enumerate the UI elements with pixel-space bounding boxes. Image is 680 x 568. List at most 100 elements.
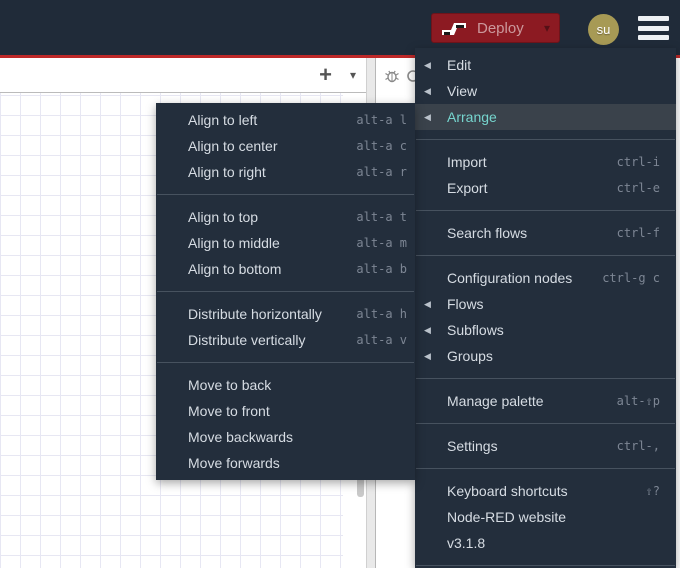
menu-separator bbox=[416, 210, 675, 211]
menu-item-arrange[interactable]: ◀ Arrange bbox=[415, 104, 676, 130]
menu-item-shortcut: alt-a c bbox=[356, 139, 407, 153]
menu-item-distribute-vertically[interactable]: Distribute vertically alt-a v bbox=[156, 327, 415, 353]
menu-item-flows[interactable]: ◀ Flows bbox=[415, 291, 676, 317]
menu-item-shortcut: alt-⇧p bbox=[616, 394, 660, 408]
menu-item-label: Arrange bbox=[447, 109, 497, 125]
menu-separator bbox=[416, 378, 675, 379]
menu-item-shortcut: ctrl-i bbox=[616, 155, 660, 169]
menu-item-label: Import bbox=[447, 154, 487, 170]
arrange-submenu: Align to left alt-a l Align to center alt-a… bbox=[156, 103, 415, 480]
menu-item-label: Distribute horizontally bbox=[188, 306, 322, 322]
debug-bug-icon[interactable] bbox=[384, 68, 400, 84]
menu-item-label: Move to front bbox=[188, 403, 270, 419]
menu-item-node-red-website[interactable]: Node-RED website bbox=[415, 504, 676, 530]
menu-item-import[interactable]: Import ctrl-i bbox=[415, 149, 676, 175]
menu-item-label: Manage palette bbox=[447, 393, 544, 409]
node-red-editor: Deploy ▾ su + ▾ ◀ Edit ◀ View ◀ Arrange … bbox=[0, 0, 680, 568]
submenu-arrow-icon: ◀ bbox=[424, 60, 431, 70]
menu-item-label: Move backwards bbox=[188, 429, 294, 445]
main-menu: ◀ Edit ◀ View ◀ Arrange Import ctrl-i Export ctrl… bbox=[415, 48, 676, 568]
menu-item-label: Settings bbox=[447, 438, 498, 454]
menu-item-configuration-nodes[interactable]: Configuration nodes ctrl-g c bbox=[415, 265, 676, 291]
menu-item-shortcut: ctrl-f bbox=[616, 226, 660, 240]
menu-item-label: v3.1.8 bbox=[447, 535, 486, 551]
menu-item-label: Edit bbox=[447, 57, 472, 73]
menu-item-edit[interactable]: ◀ Edit bbox=[415, 52, 676, 78]
submenu-arrow-icon: ◀ bbox=[424, 325, 431, 335]
menu-item-label: Node-RED website bbox=[447, 509, 567, 525]
menu-item-shortcut: ctrl-g c bbox=[602, 271, 660, 285]
menu-item-v3.1.8[interactable]: v3.1.8 bbox=[415, 530, 676, 556]
menu-item-align-to-right[interactable]: Align to right alt-a r bbox=[156, 159, 415, 185]
menu-item-label: Export bbox=[447, 180, 488, 196]
menu-item-label: Distribute vertically bbox=[188, 332, 306, 348]
menu-item-shortcut: ⇧? bbox=[645, 484, 660, 498]
workspace-tab-bar: + ▾ bbox=[0, 58, 366, 93]
header-bar: Deploy ▾ su bbox=[0, 0, 680, 55]
menu-item-shortcut: ctrl-e bbox=[616, 181, 660, 195]
submenu-arrow-icon: ◀ bbox=[424, 112, 431, 122]
menu-separator bbox=[416, 255, 675, 256]
menu-item-move-forwards[interactable]: Move forwards bbox=[156, 450, 415, 476]
menu-item-settings[interactable]: Settings ctrl-, bbox=[415, 433, 676, 459]
menu-item-shortcut: alt-a h bbox=[356, 307, 407, 321]
deploy-button[interactable]: Deploy ▾ bbox=[431, 13, 560, 43]
submenu-arrow-icon: ◀ bbox=[424, 299, 431, 309]
menu-item-label: Search flows bbox=[447, 225, 528, 241]
menu-item-move-backwards[interactable]: Move backwards bbox=[156, 424, 415, 450]
menu-separator bbox=[157, 362, 414, 363]
menu-item-export[interactable]: Export ctrl-e bbox=[415, 175, 676, 201]
menu-separator bbox=[416, 468, 675, 469]
menu-item-groups[interactable]: ◀ Groups bbox=[415, 343, 676, 369]
menu-item-align-to-middle[interactable]: Align to middle alt-a m bbox=[156, 230, 415, 256]
menu-item-move-to-front[interactable]: Move to front bbox=[156, 398, 415, 424]
menu-item-label: Move forwards bbox=[188, 455, 280, 471]
menu-separator bbox=[157, 291, 414, 292]
menu-item-label: Subflows bbox=[447, 322, 504, 338]
avatar-initials: su bbox=[596, 22, 611, 37]
user-avatar[interactable]: su bbox=[588, 14, 619, 45]
menu-item-view[interactable]: ◀ View bbox=[415, 78, 676, 104]
deploy-icon bbox=[441, 20, 467, 36]
submenu-arrow-icon: ◀ bbox=[424, 351, 431, 361]
deploy-button-label: Deploy bbox=[477, 19, 524, 37]
menu-item-label: View bbox=[447, 83, 478, 99]
menu-item-label: Move to back bbox=[188, 377, 272, 393]
menu-item-keyboard-shortcuts[interactable]: Keyboard shortcuts ⇧? bbox=[415, 478, 676, 504]
menu-item-label: Keyboard shortcuts bbox=[447, 483, 568, 499]
menu-item-subflows[interactable]: ◀ Subflows bbox=[415, 317, 676, 343]
menu-item-shortcut: ctrl-, bbox=[616, 439, 660, 453]
main-menu-button[interactable] bbox=[638, 16, 669, 40]
menu-item-shortcut: alt-a v bbox=[356, 333, 407, 347]
menu-item-label: Align to bottom bbox=[188, 261, 282, 277]
menu-item-label: Align to center bbox=[188, 138, 278, 154]
menu-item-distribute-horizontally[interactable]: Distribute horizontally alt-a h bbox=[156, 301, 415, 327]
menu-item-label: Align to right bbox=[188, 164, 266, 180]
menu-item-align-to-bottom[interactable]: Align to bottom alt-a b bbox=[156, 256, 415, 282]
add-flow-button[interactable]: + bbox=[319, 64, 332, 86]
menu-item-shortcut: alt-a t bbox=[356, 210, 407, 224]
menu-separator bbox=[416, 423, 675, 424]
menu-item-move-to-back[interactable]: Move to back bbox=[156, 372, 415, 398]
menu-item-label: Align to middle bbox=[188, 235, 280, 251]
submenu-arrow-icon: ◀ bbox=[424, 86, 431, 96]
menu-item-align-to-left[interactable]: Align to left alt-a l bbox=[156, 107, 415, 133]
flow-list-chevron-icon[interactable]: ▾ bbox=[350, 68, 356, 82]
menu-item-label: Align to left bbox=[188, 112, 258, 128]
menu-item-label: Flows bbox=[447, 296, 484, 312]
deploy-dropdown-chevron-icon[interactable]: ▾ bbox=[536, 21, 550, 35]
menu-item-shortcut: alt-a l bbox=[356, 113, 407, 127]
menu-separator bbox=[416, 139, 675, 140]
menu-item-align-to-top[interactable]: Align to top alt-a t bbox=[156, 204, 415, 230]
menu-item-shortcut: alt-a r bbox=[356, 165, 407, 179]
menu-separator bbox=[157, 194, 414, 195]
menu-item-manage-palette[interactable]: Manage palette alt-⇧p bbox=[415, 388, 676, 414]
menu-item-label: Align to top bbox=[188, 209, 259, 225]
menu-separator bbox=[416, 565, 675, 566]
menu-item-label: Groups bbox=[447, 348, 493, 364]
menu-item-shortcut: alt-a b bbox=[356, 262, 407, 276]
menu-item-label: Configuration nodes bbox=[447, 270, 573, 286]
menu-item-align-to-center[interactable]: Align to center alt-a c bbox=[156, 133, 415, 159]
menu-item-shortcut: alt-a m bbox=[356, 236, 407, 250]
menu-item-search-flows[interactable]: Search flows ctrl-f bbox=[415, 220, 676, 246]
